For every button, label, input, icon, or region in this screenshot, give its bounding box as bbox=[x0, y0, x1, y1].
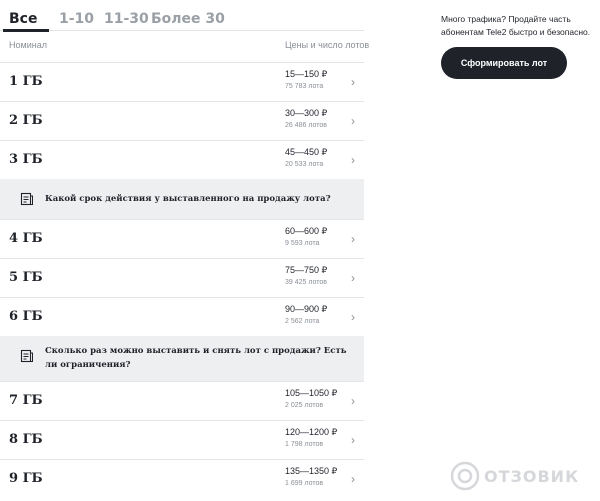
document-icon bbox=[20, 192, 33, 206]
row-nominal: 1 ГБ bbox=[9, 74, 43, 89]
otzovik-watermark: ОТЗОВИК bbox=[450, 460, 595, 492]
row-price-range: 75—750 ₽ bbox=[285, 265, 328, 275]
chevron-right-icon: › bbox=[351, 472, 355, 486]
row-lot-count: 9 593 лота bbox=[285, 240, 320, 247]
row-nominal: 2 ГБ bbox=[9, 113, 43, 128]
row-lot-count: 2 562 лота bbox=[285, 318, 320, 325]
otzovik-logo-icon bbox=[450, 461, 480, 491]
filter-tabs: Все 1-10 11-30 Более 30 bbox=[0, 0, 364, 32]
faq-question: Какой срок действия у выставленного на п… bbox=[45, 194, 331, 204]
column-header-prices: Цены и число лотов bbox=[285, 40, 370, 50]
row-nominal: 3 ГБ bbox=[9, 152, 43, 167]
faq-item[interactable]: Какой срок действия у выставленного на п… bbox=[0, 179, 364, 219]
row-price-range: 135—1350 ₽ bbox=[285, 466, 338, 476]
row-lot-count: 75 783 лота bbox=[285, 83, 324, 90]
table-row[interactable]: 7 ГБ 105—1050 ₽ 2 025 лотов › bbox=[0, 381, 364, 420]
table-row[interactable]: 1 ГБ 15—150 ₽ 75 783 лота › bbox=[0, 62, 364, 101]
table-row[interactable]: 9 ГБ 135—1350 ₽ 1 699 лотов › bbox=[0, 459, 364, 498]
table-row[interactable]: 8 ГБ 120—1200 ₽ 1 798 лотов › bbox=[0, 420, 364, 459]
faq-item[interactable]: Сколько раз можно выставить и снять лот … bbox=[0, 336, 364, 381]
row-price-range: 120—1200 ₽ bbox=[285, 427, 338, 437]
row-price-range: 105—1050 ₽ bbox=[285, 388, 338, 398]
chevron-right-icon: › bbox=[351, 232, 355, 246]
watermark-text: ОТЗОВИК bbox=[484, 466, 580, 486]
column-header-nominal: Номинал bbox=[9, 40, 47, 50]
row-price-range: 30—300 ₽ bbox=[285, 108, 328, 118]
faq-question: Сколько раз можно выставить и снять лот … bbox=[45, 346, 347, 370]
row-nominal: 4 ГБ bbox=[9, 231, 43, 246]
row-lot-count: 1 798 лотов bbox=[285, 441, 324, 448]
promo-text: Много трафика? Продайте часть абонентам … bbox=[441, 14, 591, 37]
row-price-range: 60—600 ₽ bbox=[285, 226, 328, 236]
row-price-range: 15—150 ₽ bbox=[285, 69, 328, 79]
tabs-divider bbox=[0, 30, 364, 31]
tab-active-indicator bbox=[3, 29, 49, 32]
create-lot-button[interactable]: Сформировать лот bbox=[441, 47, 567, 79]
tab-all[interactable]: Все bbox=[9, 9, 37, 29]
table-row[interactable]: 6 ГБ 90—900 ₽ 2 562 лота › bbox=[0, 297, 364, 336]
table-row[interactable]: 2 ГБ 30—300 ₽ 26 486 лотов › bbox=[0, 101, 364, 140]
lots-list: 1 ГБ 15—150 ₽ 75 783 лота › 2 ГБ 30—300 … bbox=[0, 62, 364, 498]
row-lot-count: 20 533 лота bbox=[285, 161, 324, 168]
row-nominal: 5 ГБ bbox=[9, 270, 43, 285]
row-lot-count: 39 425 лотов bbox=[285, 279, 327, 286]
chevron-right-icon: › bbox=[351, 433, 355, 447]
row-nominal: 7 ГБ bbox=[9, 393, 43, 408]
chevron-right-icon: › bbox=[351, 75, 355, 89]
table-row[interactable]: 5 ГБ 75—750 ₽ 39 425 лотов › bbox=[0, 258, 364, 297]
row-price-range: 45—450 ₽ bbox=[285, 147, 328, 157]
row-nominal: 9 ГБ bbox=[9, 471, 43, 486]
tab-more-30[interactable]: Более 30 bbox=[151, 9, 225, 29]
row-lot-count: 2 025 лотов bbox=[285, 402, 324, 409]
tab-11-30[interactable]: 11-30 bbox=[104, 9, 149, 29]
row-price-range: 90—900 ₽ bbox=[285, 304, 328, 314]
row-lot-count: 26 486 лотов bbox=[285, 122, 327, 129]
chevron-right-icon: › bbox=[351, 271, 355, 285]
chevron-right-icon: › bbox=[351, 310, 355, 324]
chevron-right-icon: › bbox=[351, 114, 355, 128]
table-row[interactable]: 3 ГБ 45—450 ₽ 20 533 лота › bbox=[0, 140, 364, 179]
row-nominal: 6 ГБ bbox=[9, 309, 43, 324]
row-lot-count: 1 699 лотов bbox=[285, 480, 324, 487]
document-icon bbox=[20, 349, 33, 363]
chevron-right-icon: › bbox=[351, 153, 355, 167]
tab-1-10[interactable]: 1-10 bbox=[59, 9, 94, 29]
table-row[interactable]: 4 ГБ 60—600 ₽ 9 593 лота › bbox=[0, 219, 364, 258]
row-nominal: 8 ГБ bbox=[9, 432, 43, 447]
chevron-right-icon: › bbox=[351, 394, 355, 408]
